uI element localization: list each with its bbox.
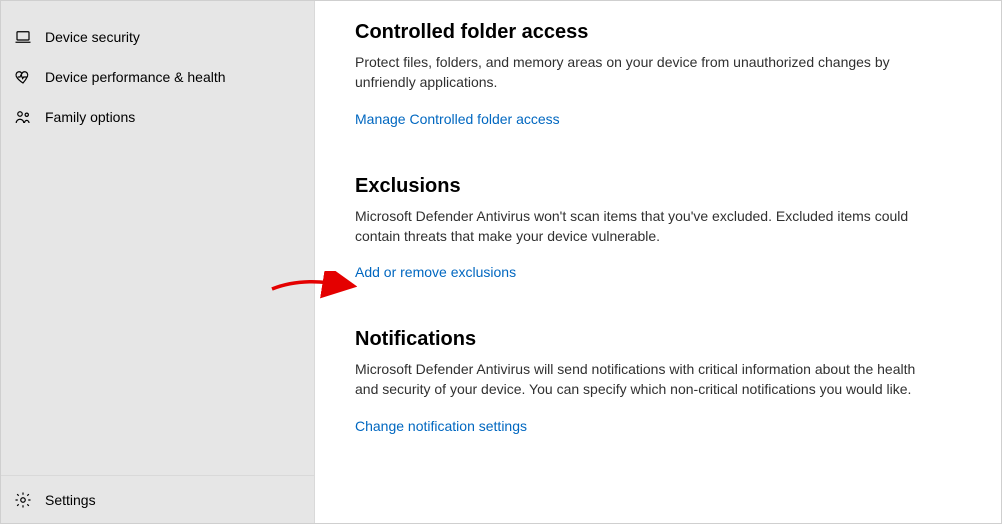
section-desc: Protect files, folders, and memory areas… <box>355 52 925 93</box>
heart-pulse-icon <box>13 67 33 87</box>
sidebar-item-settings[interactable]: Settings <box>1 475 314 523</box>
section-controlled-folder-access: Controlled folder access Protect files, … <box>355 21 925 127</box>
sidebar-item-device-performance[interactable]: Device performance & health <box>1 57 314 97</box>
link-change-notification-settings[interactable]: Change notification settings <box>355 418 527 434</box>
main-content: Controlled folder access Protect files, … <box>315 1 1001 523</box>
section-title: Exclusions <box>355 175 925 198</box>
sidebar-item-label: Family options <box>45 109 135 125</box>
section-exclusions: Exclusions Microsoft Defender Antivirus … <box>355 175 925 281</box>
sidebar-item-label: Settings <box>45 492 96 508</box>
link-add-or-remove-exclusions[interactable]: Add or remove exclusions <box>355 264 516 280</box>
family-icon <box>13 107 33 127</box>
section-notifications: Notifications Microsoft Defender Antivir… <box>355 328 925 434</box>
link-manage-controlled-folder-access[interactable]: Manage Controlled folder access <box>355 111 560 127</box>
sidebar-item-label: Device performance & health <box>45 69 226 85</box>
sidebar-spacer <box>1 137 314 475</box>
laptop-icon <box>13 27 33 47</box>
gear-icon <box>13 490 33 510</box>
section-title: Notifications <box>355 328 925 351</box>
sidebar: Device security Device performance & hea… <box>1 1 315 523</box>
sidebar-item-family-options[interactable]: Family options <box>1 97 314 137</box>
sidebar-item-label: Device security <box>45 29 140 45</box>
section-desc: Microsoft Defender Antivirus will send n… <box>355 359 925 400</box>
section-title: Controlled folder access <box>355 21 925 44</box>
sidebar-item-device-security[interactable]: Device security <box>1 17 314 57</box>
section-desc: Microsoft Defender Antivirus won't scan … <box>355 206 925 247</box>
